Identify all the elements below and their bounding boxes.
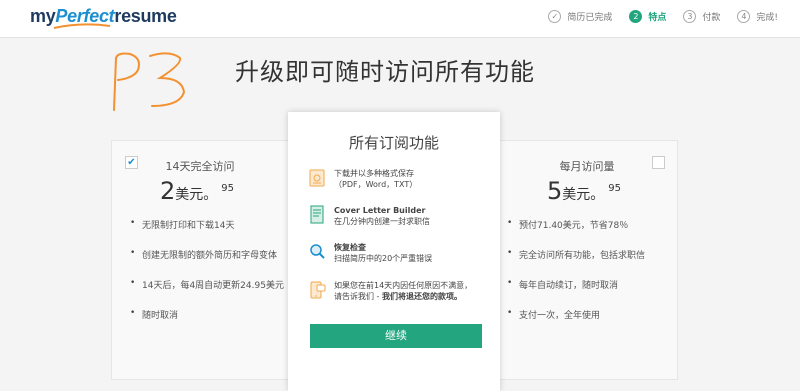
- feature-text: 下载并以多种格式保存 （PDF，Word，TXT）: [334, 168, 494, 190]
- subscription-features-card: 所有订阅功能 下载并以多种格式保存 （PDF，Word，TXT） Cover L…: [288, 112, 500, 391]
- plan-checkbox-icon[interactable]: ✔: [652, 156, 665, 169]
- feature-desc: （PDF，Word，TXT）: [334, 180, 418, 189]
- cover-letter-icon: [310, 205, 324, 224]
- feature-line-prefix: 请告诉我们 -: [334, 292, 382, 301]
- top-header: myPerfectresume ✓ 简历已完成 2 特点 3 付款 4 完成!: [0, 0, 800, 38]
- continue-button[interactable]: 继续: [310, 324, 482, 348]
- refund-promise: 我们将退还您的款项。: [381, 292, 462, 301]
- plan-feature-list: 无限制打印和下载14天 创建无限制的额外简历和字母变体 14天后，每4周自动更新…: [130, 218, 284, 338]
- feature-line: 如果您在前14天内因任何原因不满意，: [334, 281, 473, 290]
- list-item: 完全访问所有功能，包括求职信: [507, 248, 645, 278]
- list-item: 支付一次，全年使用: [507, 308, 645, 338]
- plan-card-14day[interactable]: ✔ 14天完全访问 2美元。95 无限制打印和下载14天 创建无限制的额外简历和…: [111, 140, 301, 380]
- price-unit: 美元。: [562, 187, 605, 203]
- feature-title: Cover Letter Builder: [334, 206, 426, 215]
- step-resume-done: ✓ 简历已完成: [548, 10, 612, 23]
- step-label: 完成!: [756, 13, 778, 23]
- plan-title: 每月访问量: [559, 160, 615, 173]
- list-item: 14天后，每4周自动更新24.95美元: [130, 278, 284, 308]
- progress-steps: ✓ 简历已完成 2 特点 3 付款 4 完成!: [531, 10, 778, 23]
- list-item: 每年自动续订，随时取消: [507, 278, 645, 308]
- feature-title: 下载并以多种格式保存: [334, 169, 414, 178]
- list-item: 预付71.40美元，节省78％: [507, 218, 645, 248]
- plan-card-monthly[interactable]: ✔ 每月访问量 5美元。95 预付71.40美元，节省78％ 完全访问所有功能，…: [488, 140, 678, 380]
- feature-text: 恢复检查 扫描简历中的20个严重错误: [334, 242, 494, 264]
- plan-price: 2美元。 95: [132, 177, 262, 205]
- plan-price: 5美元。 95: [519, 177, 649, 205]
- step-number: 2: [629, 10, 643, 23]
- feature-desc: 在几分钟内创建一封求职信: [334, 217, 430, 226]
- list-item: 随时取消: [130, 308, 284, 338]
- price-unit: 美元。: [175, 187, 218, 203]
- logo-swoosh-icon: [53, 23, 111, 29]
- list-item: 无限制打印和下载14天: [130, 218, 284, 248]
- plan-checkbox-checked-icon[interactable]: ✔: [125, 156, 138, 169]
- logo-resume: resume: [114, 6, 177, 26]
- feature-text: Cover Letter Builder 在几分钟内创建一封求职信: [334, 205, 494, 227]
- step-number: 3: [683, 10, 697, 23]
- handwritten-p3-annotation: [113, 52, 186, 111]
- step-payment: 3 付款: [683, 10, 720, 23]
- features-title: 所有订阅功能: [348, 134, 439, 152]
- price-cents: 95: [608, 183, 621, 194]
- price-dollars: 5: [546, 177, 563, 205]
- price-cents: 95: [221, 183, 234, 194]
- price-dollars: 2: [159, 177, 176, 205]
- phone-support-icon: [310, 281, 326, 299]
- step-finish: 4 完成!: [737, 10, 778, 23]
- feature-title: 恢复检查: [334, 243, 366, 252]
- step-label: 简历已完成: [567, 13, 613, 23]
- step-number: 4: [737, 10, 751, 23]
- step-features: 2 特点: [629, 10, 666, 23]
- feature-line: 请告诉我们 - 我们将退还您的款项。: [334, 291, 494, 302]
- magnifier-icon: [310, 244, 325, 259]
- plan-feature-list: 预付71.40美元，节省78％ 完全访问所有功能，包括求职信 每年自动续订，随时…: [507, 218, 645, 338]
- feature-desc: 扫描简历中的20个严重错误: [334, 254, 433, 263]
- page-title: 升级即可随时访问所有功能: [235, 58, 535, 86]
- step-label: 付款: [702, 13, 721, 23]
- feature-text: 如果您在前14天内因任何原因不满意， 请告诉我们 - 我们将退还您的款项。: [334, 280, 494, 302]
- list-item: 创建无限制的额外简历和字母变体: [130, 248, 284, 278]
- document-formats-icon: [309, 169, 325, 187]
- step-label: 特点: [648, 13, 667, 23]
- plan-title: 14天完全访问: [165, 160, 235, 173]
- step-check-icon: ✓: [548, 10, 562, 23]
